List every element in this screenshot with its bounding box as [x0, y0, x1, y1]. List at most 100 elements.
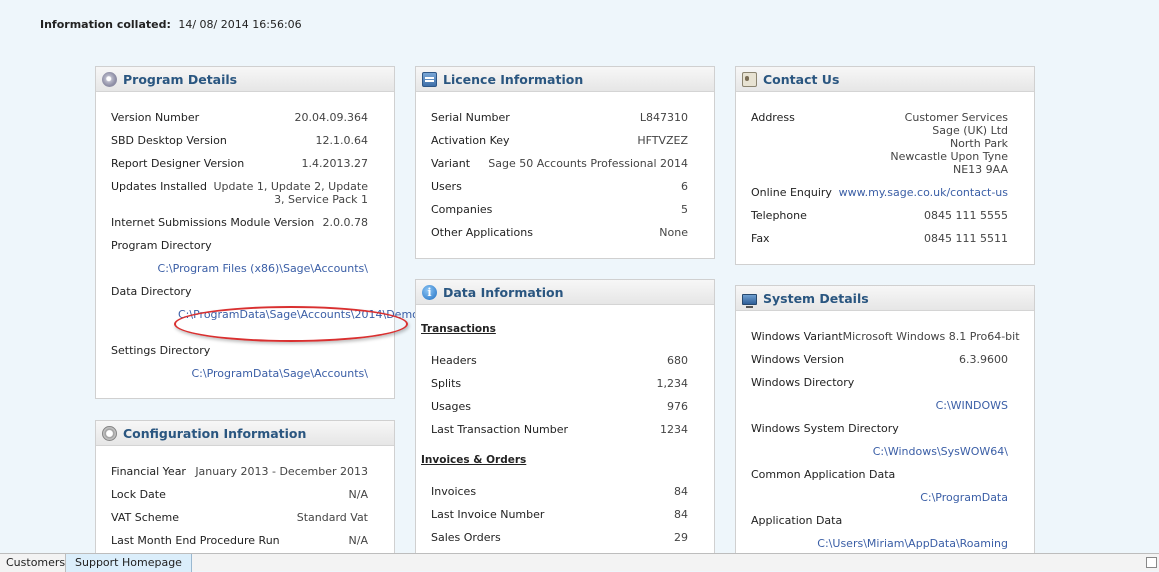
- program-directory-value-row: C:\Program Files (x86)\Sage\Accounts\: [111, 262, 368, 275]
- activation-label: Activation Key: [431, 134, 510, 147]
- lock-date-row: Lock Date N/A: [111, 488, 368, 501]
- usages-label: Usages: [431, 400, 472, 413]
- splits-label: Splits: [431, 377, 462, 390]
- updates-value: Update 1, Update 2, Update 3, Service Pa…: [213, 180, 369, 206]
- users-value: 6: [681, 180, 688, 193]
- month-end-value: N/A: [348, 534, 368, 547]
- program-directory-row: Program Directory: [111, 239, 368, 252]
- telephone-label: Telephone: [751, 209, 807, 222]
- bottom-tab-bar: Customers Support Homepage: [0, 553, 1159, 572]
- updates-label: Updates Installed: [111, 180, 207, 193]
- telephone-value: 0845 111 5555: [924, 209, 1008, 222]
- information-collated: Information collated: 14/ 08/ 2014 16:56…: [40, 18, 302, 31]
- windows-variant-value: Microsoft Windows 8.1 Pro64-bit: [842, 330, 1020, 343]
- windows-directory-value-row: C:\WINDOWS: [751, 399, 1008, 412]
- windows-directory-label: Windows Directory: [751, 376, 855, 389]
- windows-variant-label: Windows Variant: [751, 330, 843, 343]
- sales-orders-row: Sales Orders 29: [431, 531, 688, 544]
- variant-row: Variant Sage 50 Accounts Professional 20…: [431, 157, 688, 170]
- ism-label: Internet Submissions Module Version: [111, 216, 315, 229]
- app-data-link[interactable]: C:\Users\Miriam\AppData\Roaming: [817, 537, 1008, 550]
- report-designer-row: Report Designer Version 1.4.2013.27: [111, 157, 368, 170]
- program-directory-label: Program Directory: [111, 239, 212, 252]
- version-row: Version Number 20.04.09.364: [111, 111, 368, 124]
- disc-icon: [102, 71, 117, 87]
- address-row: Address Customer Services Sage (UK) Ltd …: [751, 111, 1008, 176]
- contact-panel: Contact Us Address Customer Services Sag…: [735, 66, 1035, 265]
- app-data-value-row: C:\Users\Miriam\AppData\Roaming: [751, 537, 1008, 550]
- data-information-header: i Data Information: [416, 280, 714, 305]
- program-directory-link[interactable]: C:\Program Files (x86)\Sage\Accounts\: [158, 262, 368, 275]
- companies-label: Companies: [431, 203, 493, 216]
- licence-title: Licence Information: [443, 71, 584, 87]
- collated-value: 14/ 08/ 2014 16:56:06: [178, 18, 302, 31]
- windows-version-row: Windows Version 6.3.9600: [751, 353, 1008, 366]
- address-value: Customer Services Sage (UK) Ltd North Pa…: [890, 111, 1008, 176]
- windows-system-dir-value-row: C:\Windows\SysWOW64\: [751, 445, 1008, 458]
- configuration-panel: Configuration Information Financial Year…: [95, 420, 395, 560]
- licence-icon: [422, 71, 437, 87]
- lock-date-label: Lock Date: [111, 488, 166, 501]
- headers-label: Headers: [431, 354, 477, 367]
- headers-row: Headers 680: [431, 354, 688, 367]
- system-details-title: System Details: [763, 290, 869, 306]
- version-value: 20.04.09.364: [294, 111, 368, 124]
- restore-window-icon[interactable]: [1146, 557, 1157, 568]
- last-transaction-row: Last Transaction Number 1234: [431, 423, 688, 436]
- configuration-title: Configuration Information: [123, 425, 307, 441]
- info-icon: i: [422, 284, 437, 300]
- windows-version-value: 6.3.9600: [959, 353, 1008, 366]
- telephone-row: Telephone 0845 111 5555: [751, 209, 1008, 222]
- serial-label: Serial Number: [431, 111, 510, 124]
- invoices-orders-heading: Invoices & Orders: [421, 454, 527, 466]
- common-app-data-link[interactable]: C:\ProgramData: [920, 491, 1008, 504]
- program-details-title: Program Details: [123, 71, 238, 87]
- data-directory-label: Data Directory: [111, 285, 192, 298]
- data-directory-row: Data Directory: [111, 285, 368, 298]
- monitor-icon: [742, 293, 757, 308]
- system-details-header: System Details: [736, 286, 1034, 311]
- licence-header: Licence Information: [416, 67, 714, 92]
- common-app-data-row: Common Application Data: [751, 468, 1008, 481]
- windows-directory-row: Windows Directory: [751, 376, 1008, 389]
- last-invoice-row: Last Invoice Number 84: [431, 508, 688, 521]
- financial-year-label: Financial Year: [111, 465, 186, 478]
- last-transaction-label: Last Transaction Number: [431, 423, 569, 436]
- fax-value: 0845 111 5511: [924, 232, 1008, 245]
- windows-variant-row: Windows Variant Microsoft Windows 8.1 Pr…: [751, 330, 1020, 343]
- sbd-value: 12.1.0.64: [315, 134, 368, 147]
- online-enquiry-link[interactable]: www.my.sage.co.uk/contact-us: [839, 186, 1008, 199]
- windows-directory-link[interactable]: C:\WINDOWS: [936, 399, 1008, 412]
- users-label: Users: [431, 180, 462, 193]
- gear-icon: [102, 425, 117, 441]
- online-enquiry-row: Online Enquiry www.my.sage.co.uk/contact…: [751, 186, 1008, 199]
- windows-system-dir-link[interactable]: C:\Windows\SysWOW64\: [873, 445, 1008, 458]
- transactions-heading: Transactions: [421, 323, 496, 335]
- data-information-title: Data Information: [443, 284, 564, 300]
- settings-directory-link[interactable]: C:\ProgramData\Sage\Accounts\: [191, 367, 368, 380]
- fax-row: Fax 0845 111 5511: [751, 232, 1008, 245]
- windows-version-label: Windows Version: [751, 353, 845, 366]
- online-enquiry-label: Online Enquiry: [751, 186, 832, 199]
- tab-support-homepage[interactable]: Support Homepage: [66, 554, 192, 572]
- version-label: Version Number: [111, 111, 200, 124]
- address-line-5: NE13 9AA: [952, 163, 1008, 176]
- variant-label: Variant: [431, 157, 471, 170]
- financial-year-value: January 2013 - December 2013: [195, 465, 368, 478]
- serial-value: L847310: [639, 111, 688, 124]
- address-line-2: Sage (UK) Ltd: [932, 124, 1008, 137]
- vat-scheme-label: VAT Scheme: [111, 511, 179, 524]
- contact-card-icon: [742, 71, 757, 87]
- settings-directory-value-row: C:\ProgramData\Sage\Accounts\: [111, 367, 368, 380]
- common-app-data-value-row: C:\ProgramData: [751, 491, 1008, 504]
- settings-directory-row: Settings Directory: [111, 344, 368, 357]
- companies-row: Companies 5: [431, 203, 688, 216]
- app-data-label: Application Data: [751, 514, 843, 527]
- tab-customers[interactable]: Customers: [0, 554, 66, 572]
- highlight-ellipse: [174, 306, 408, 342]
- sbd-label: SBD Desktop Version: [111, 134, 227, 147]
- address-line-4: Newcastle Upon Tyne: [890, 150, 1008, 163]
- address-label: Address: [751, 111, 795, 124]
- windows-system-dir-label: Windows System Directory: [751, 422, 899, 435]
- activation-row: Activation Key HFTVZEZ: [431, 134, 688, 147]
